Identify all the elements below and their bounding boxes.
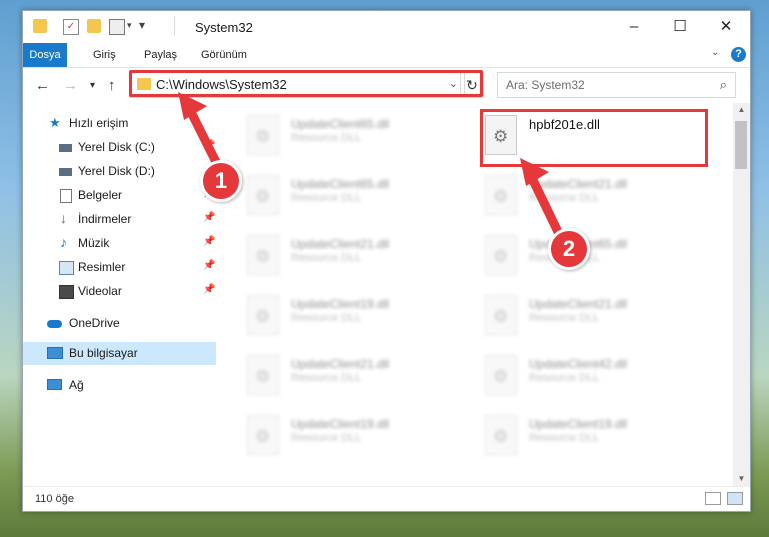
arrow-2-shaft [527, 173, 565, 241]
step-badge-2: 2 [548, 228, 590, 270]
annotation-arrows [178, 92, 565, 241]
step-badge-1: 1 [200, 160, 242, 202]
